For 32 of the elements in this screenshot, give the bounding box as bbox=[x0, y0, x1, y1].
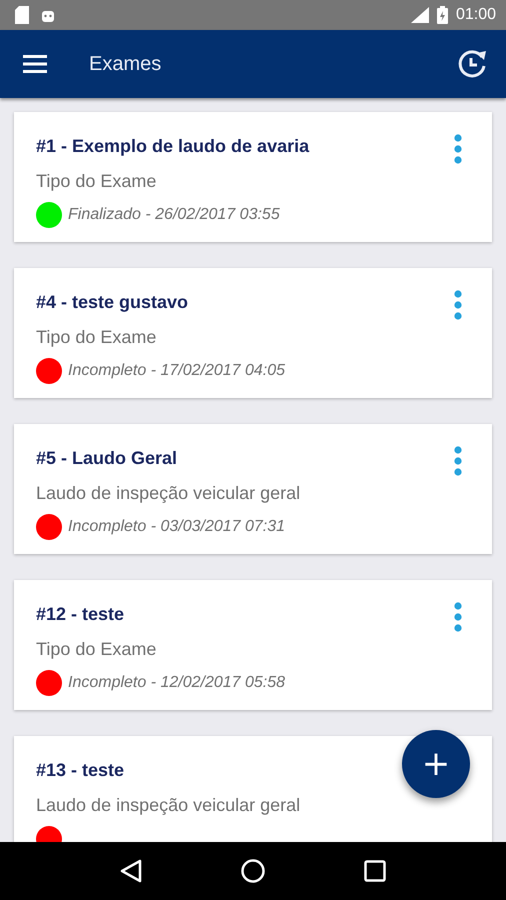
recents-icon[interactable] bbox=[364, 860, 386, 882]
clock-time: 01:00 bbox=[456, 6, 496, 24]
exam-type: Laudo de inspeção veicular geral bbox=[36, 794, 302, 817]
status-text: Incompleto - 12/02/2017 05:58 bbox=[68, 674, 286, 692]
more-options-icon[interactable] bbox=[454, 290, 462, 320]
exam-card[interactable]: #12 - teste Tipo do Exame Incompleto - 12/02/2017 05:58 bbox=[14, 580, 492, 710]
exam-type: Tipo do Exame bbox=[36, 170, 158, 193]
exam-title: #5 - Laudo Geral bbox=[36, 447, 178, 470]
exam-type: Laudo de inspeção veicular geral bbox=[36, 482, 302, 505]
more-options-icon[interactable] bbox=[454, 602, 462, 632]
menu-icon[interactable] bbox=[23, 55, 47, 73]
status-text: Incompleto - 17/02/2017 04:05 bbox=[68, 362, 286, 380]
status-text: Finalizado - 26/02/2017 03:55 bbox=[68, 206, 280, 224]
sd-card-icon bbox=[15, 6, 29, 24]
home-icon[interactable] bbox=[240, 859, 265, 883]
screen-title: Exames bbox=[89, 52, 162, 76]
exam-title: #1 - Exemplo de laudo de avaria bbox=[36, 135, 310, 158]
exam-card[interactable]: #4 - teste gustavo Tipo do Exame Incompleto - 17/02/2017 04:05 bbox=[14, 268, 492, 398]
exam-title: #12 - teste bbox=[36, 603, 124, 626]
exam-card[interactable]: #5 - Laudo Geral Laudo de inspeção veicular geral Incompleto - 03/03/2017 07:31 bbox=[14, 424, 492, 554]
more-options-icon[interactable] bbox=[454, 134, 462, 164]
history-icon[interactable] bbox=[456, 49, 488, 79]
exam-title: #4 - teste gustavo bbox=[36, 291, 188, 314]
battery-charging-icon bbox=[436, 6, 448, 24]
signal-icon bbox=[410, 7, 429, 23]
exam-type: Tipo do Exame bbox=[36, 326, 158, 349]
exam-card[interactable]: #1 - Exemplo de laudo de avaria Tipo do Exame Finalizado - 26/02/2017 03:55 bbox=[14, 112, 492, 242]
status-text: Incompleto - 03/03/2017 07:31 bbox=[68, 518, 286, 536]
back-icon[interactable] bbox=[120, 859, 142, 883]
exam-title: #13 - teste bbox=[36, 759, 124, 782]
more-options-icon[interactable] bbox=[454, 446, 462, 476]
exam-type: Tipo do Exame bbox=[36, 638, 158, 661]
